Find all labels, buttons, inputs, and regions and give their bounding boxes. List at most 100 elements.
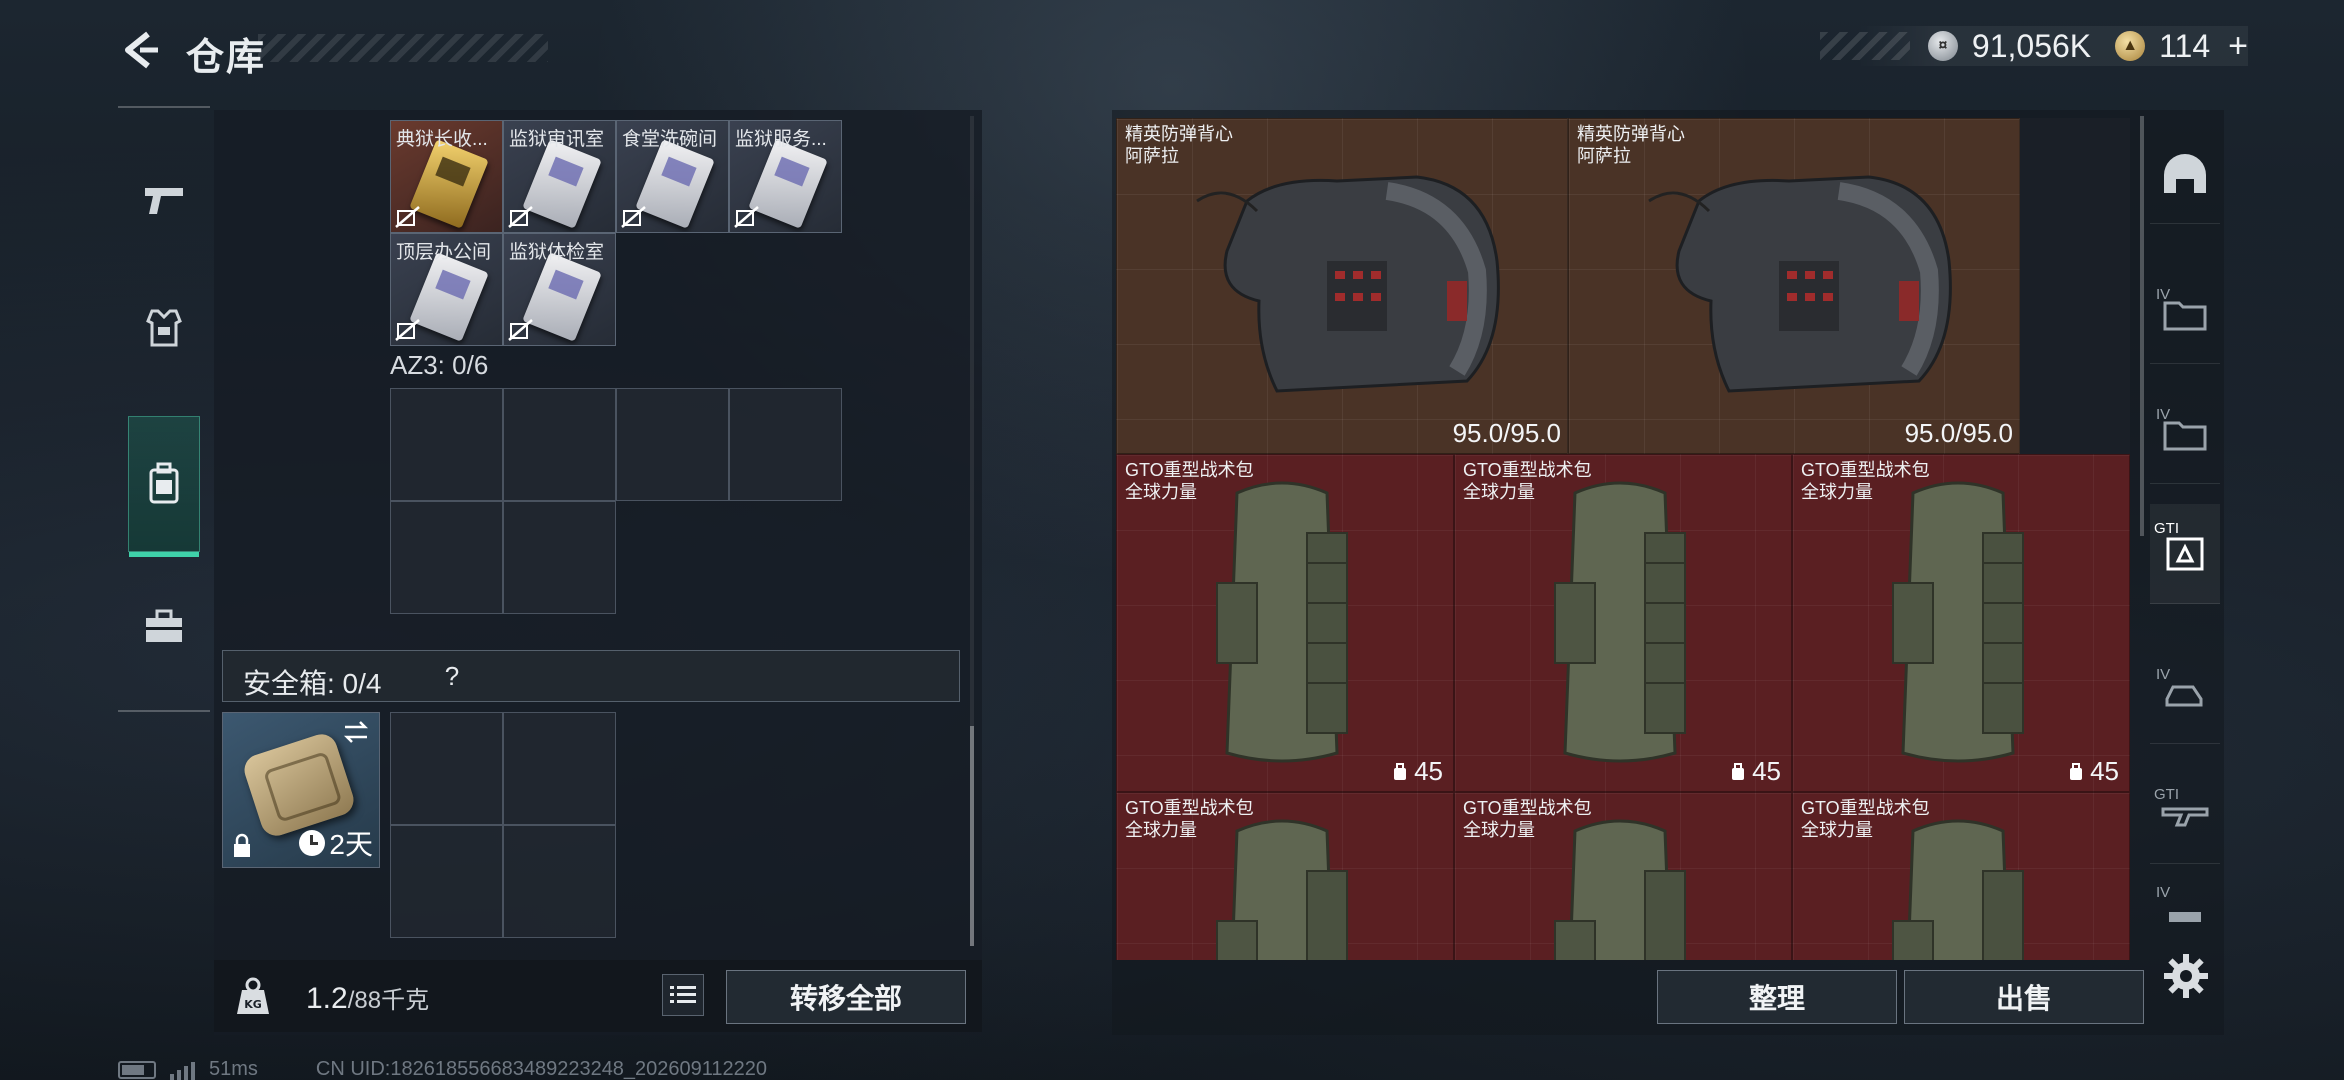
helmet-icon	[2164, 153, 2206, 193]
page-title: 仓库	[186, 37, 267, 79]
back-button[interactable]	[118, 28, 162, 72]
item-capacity: 45	[1730, 756, 1781, 787]
currency-bar: ¤ 91,056K ▲ 114 +	[1857, 26, 2248, 66]
keycard-item[interactable]: 监狱服务...	[729, 120, 842, 233]
keycard-label: 监狱体检室	[509, 242, 605, 263]
keycard-label: 监狱服务...	[735, 129, 827, 150]
left-scrollbar-thumb[interactable]	[970, 726, 974, 946]
no-insure-icon	[508, 206, 533, 228]
nav-weapons[interactable]	[128, 160, 200, 240]
sort-button[interactable]: 整理	[1657, 970, 1897, 1024]
weight-icon: KG	[237, 977, 269, 1014]
warehouse-footer: 整理 出售	[1112, 960, 2224, 1032]
tab-tier-label: IV	[2156, 406, 2171, 423]
backpack-item[interactable]: GTO重型战术包 全球力量	[1454, 792, 1792, 960]
transfer-all-button[interactable]: 转移全部	[726, 970, 966, 1024]
empty-slot[interactable]	[616, 388, 729, 501]
list-icon	[670, 986, 696, 1003]
item-name: 精英防弹背心 阿萨拉	[1577, 124, 1685, 166]
help-button[interactable]: ?	[433, 657, 471, 695]
empty-slot[interactable]	[729, 388, 842, 501]
safe-slot[interactable]	[390, 712, 503, 825]
safe-timer-value: 2天	[329, 829, 373, 860]
warehouse-tab-6[interactable]: GTI	[2150, 764, 2220, 864]
no-insure-icon	[508, 319, 533, 341]
status-bar: 51ms CN UID:182618556683489223248_202609…	[118, 1058, 767, 1080]
silver-coin-icon: ¤	[1927, 31, 1958, 61]
item-durability: 95.0/95.0	[1904, 418, 2013, 448]
item-name: GTO重型战术包 全球力量	[1801, 798, 1930, 840]
keycard-item[interactable]: 监狱体检室	[503, 233, 616, 346]
keycard-label: 监狱审讯室	[509, 129, 605, 150]
nav-containers[interactable]	[128, 416, 200, 557]
battery-icon	[118, 1060, 156, 1079]
list-view-button[interactable]	[662, 974, 704, 1016]
backpack-capacity-icon	[2070, 762, 2083, 780]
right-scrollbar-thumb[interactable]	[2140, 116, 2144, 536]
empty-slot[interactable]	[390, 388, 503, 501]
warehouse-tab-3[interactable]: IV	[2150, 384, 2220, 484]
add-currency-button[interactable]: +	[2228, 27, 2248, 66]
weight-current: 1.2	[306, 982, 348, 1015]
az3-capacity-label: AZ3: 0/6	[390, 350, 489, 380]
item-name: GTO重型战术包 全球力量	[1125, 798, 1254, 840]
item-name: GTO重型战术包 全球力量	[1125, 460, 1254, 502]
empty-slot[interactable]	[390, 501, 503, 614]
empty-slot[interactable]	[503, 388, 616, 501]
keycard-item[interactable]: 监狱审讯室	[503, 120, 616, 233]
item-name: 精英防弹背心 阿萨拉	[1125, 124, 1233, 166]
warehouse-tab-2[interactable]: IV	[2150, 264, 2220, 364]
title-decoration	[258, 34, 548, 62]
tab-tier-label: GTI	[2154, 520, 2179, 537]
warehouse-tab-7[interactable]: IV	[2150, 864, 2220, 964]
backpack-capacity-icon	[1394, 762, 1407, 780]
safe-timer: 2天	[299, 823, 373, 863]
rifle-icon	[2161, 807, 2209, 826]
item-capacity: 45	[1392, 756, 1443, 787]
tab-tier-label: IV	[2156, 884, 2171, 901]
warehouse-tab-5[interactable]: IV	[2150, 644, 2220, 744]
backpack-item[interactable]: GTO重型战术包 全球力量	[1792, 792, 2130, 960]
empty-slot[interactable]	[503, 501, 616, 614]
no-insure-icon	[395, 206, 420, 228]
armor-vest-item[interactable]: 精英防弹背心 阿萨拉 95.0/95.0	[1116, 118, 1568, 454]
keycard-label: 典狱长收...	[396, 129, 488, 150]
warehouse-grid: 精英防弹背心 阿萨拉 95.0/95.0 精英防弹背心 阿萨拉 95.0/95.0 …	[1116, 118, 2130, 960]
backpack-item[interactable]: GTO重型战术包 全球力量	[1116, 792, 1454, 960]
item-durability: 95.0/95.0	[1452, 418, 1561, 448]
svg-text:KG: KG	[244, 998, 262, 1011]
keycard-image	[522, 139, 602, 229]
backpack-item[interactable]: GTO重型战术包 全球力量 45	[1792, 454, 2130, 792]
safe-slot[interactable]	[390, 825, 503, 938]
ping-value: 51ms	[209, 1058, 258, 1080]
inventory-footer: KG 1.2/88千克 转移全部	[214, 960, 982, 1032]
tab-tier-label: GTI	[2154, 786, 2179, 803]
nav-armor[interactable]	[128, 288, 200, 368]
settings-button[interactable]	[2162, 952, 2210, 1000]
no-insure-icon	[395, 319, 420, 341]
backpack-item[interactable]: GTO重型战术包 全球力量 45	[1454, 454, 1792, 792]
warehouse-tab-main[interactable]	[2150, 124, 2220, 224]
armor-vest-item[interactable]: 精英防弹背心 阿萨拉 95.0/95.0	[1568, 118, 2020, 454]
item-capacity: 45	[2068, 756, 2119, 787]
uid-text: CN UID:182618556683489223248_20260911222…	[315, 1058, 768, 1080]
swap-icon	[343, 721, 369, 743]
lock-icon	[234, 833, 250, 857]
keycard-label: 食堂洗碗间	[622, 129, 718, 150]
keycard-item[interactable]: 顶层办公间	[390, 233, 503, 346]
keycard-item[interactable]: 典狱长收...	[390, 120, 503, 233]
keycard-item[interactable]: 食堂洗碗间	[616, 120, 729, 233]
armor-vest-image	[1196, 175, 1500, 393]
sell-button[interactable]: 出售	[1904, 970, 2144, 1024]
backpack-image	[1892, 481, 2024, 763]
safe-slot[interactable]	[503, 712, 616, 825]
no-insure-icon	[621, 206, 646, 228]
safe-slot[interactable]	[503, 825, 616, 938]
keycard-image	[409, 252, 489, 342]
nav-toolbox[interactable]	[128, 586, 200, 666]
safe-case-item[interactable]: 2天	[222, 712, 380, 868]
gear-icon	[2164, 954, 2208, 998]
armor-vest-icon	[146, 309, 182, 347]
backpack-item[interactable]: GTO重型战术包 全球力量 45	[1116, 454, 1454, 792]
warehouse-tab-4[interactable]: GTI	[2150, 504, 2220, 604]
